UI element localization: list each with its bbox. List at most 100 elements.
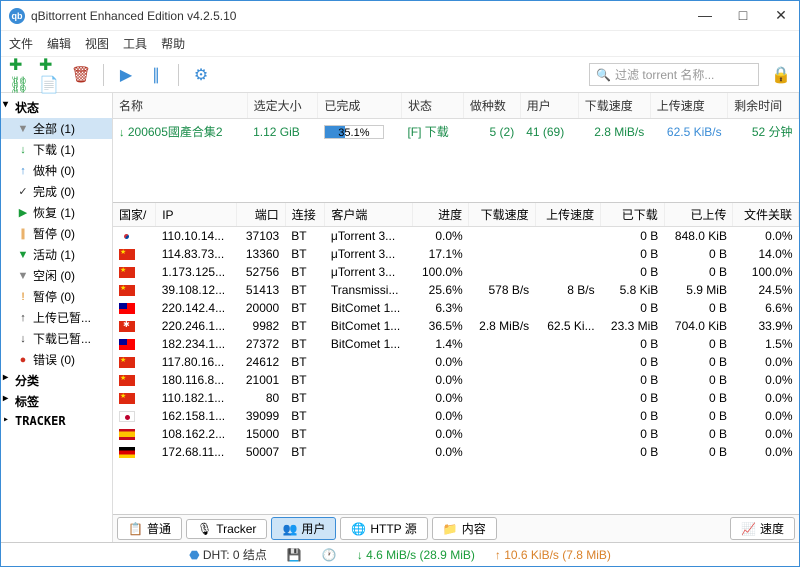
peer-row[interactable]: 108.162.2... 15000 BT 0.0% 0 B 0 B 0.0%	[113, 425, 799, 443]
menu-file[interactable]: 文件	[9, 35, 33, 52]
delete-button[interactable]: 🗑	[69, 63, 93, 87]
sidebar-group-category[interactable]: 分类	[1, 370, 112, 391]
sidebar-item[interactable]: ∥暂停 (0)	[1, 223, 112, 244]
peer-ip: 220.246.1...	[156, 317, 237, 335]
tab-general[interactable]: 📋普通	[117, 517, 182, 540]
th-status[interactable]: 状态	[401, 93, 463, 119]
peer-progress: 0.0%	[412, 371, 469, 389]
torrent-seeds: 5 (2)	[463, 119, 520, 145]
sidebar-item[interactable]: ↑做种 (0)	[1, 160, 112, 181]
peer-flag	[113, 317, 156, 335]
peer-flag	[113, 245, 156, 263]
menu-tools[interactable]: 工具	[123, 35, 147, 52]
sidebar-item[interactable]: ↑上传已暂...	[1, 307, 112, 328]
sidebar-item-label: 空闲 (0)	[33, 267, 75, 284]
th-seeds[interactable]: 做种数	[463, 93, 520, 119]
peer-row[interactable]: 220.246.1... 9982 BT BitComet 1... 36.5%…	[113, 317, 799, 335]
peer-relevance: 100.0%	[733, 263, 799, 281]
tab-speed[interactable]: 📈速度	[730, 517, 795, 540]
th-eta[interactable]: 剩余时间	[728, 93, 799, 119]
th-progress[interactable]: 进度	[412, 203, 469, 227]
sidebar-item-label: 上传已暂...	[33, 309, 91, 326]
peer-progress: 0.0%	[412, 227, 469, 246]
status-upload[interactable]: ↑ 10.6 KiB/s (7.8 MiB)	[495, 548, 611, 562]
peer-row[interactable]: 172.68.11... 50007 BT 0.0% 0 B 0 B 0.0%	[113, 443, 799, 461]
peer-port: 27372	[237, 335, 286, 353]
th-uploaded[interactable]: 已上传	[664, 203, 733, 227]
menu-help[interactable]: 帮助	[161, 35, 185, 52]
peer-ulspeed	[535, 407, 600, 425]
sidebar-group-tracker[interactable]: TRACKER	[1, 412, 112, 430]
menu-view[interactable]: 视图	[85, 35, 109, 52]
status-dht[interactable]: ⬣ DHT: 0 结点	[189, 546, 267, 563]
sidebar-item[interactable]: ●错误 (0)	[1, 349, 112, 370]
maximize-button[interactable]: □	[733, 7, 753, 24]
status-dl-text: 4.6 MiB/s (28.9 MiB)	[366, 548, 475, 562]
sidebar-item[interactable]: ▶恢复 (1)	[1, 202, 112, 223]
peer-row[interactable]: 182.234.1... 27372 BT BitComet 1... 1.4%…	[113, 335, 799, 353]
tab-tracker[interactable]: 🎙Tracker	[186, 519, 267, 539]
minimize-button[interactable]: —	[695, 7, 715, 24]
status-download[interactable]: ↓ 4.6 MiB/s (28.9 MiB)	[357, 548, 475, 562]
sidebar-item[interactable]: ↓下载已暂...	[1, 328, 112, 349]
peer-ulspeed	[535, 263, 600, 281]
peer-row[interactable]: 39.108.12... 51413 BT Transmissi... 25.6…	[113, 281, 799, 299]
tab-content[interactable]: 📁内容	[432, 517, 497, 540]
sidebar-group-status[interactable]: 状态	[1, 97, 112, 118]
lock-icon[interactable]: 🔒	[771, 65, 791, 85]
peer-client: BitComet 1...	[325, 335, 412, 353]
th-client[interactable]: 客户端	[325, 203, 412, 227]
torrent-row[interactable]: ↓ 200605國產合集2 1.12 GiB 35.1% [F] 下载 5 (2…	[113, 119, 799, 145]
peer-dlspeed: 578 B/s	[469, 281, 536, 299]
peer-row[interactable]: 220.142.4... 20000 BT BitComet 1... 6.3%…	[113, 299, 799, 317]
th-done[interactable]: 已完成	[318, 93, 402, 119]
add-link-button[interactable]: ✚⛓	[9, 63, 33, 87]
sidebar-item[interactable]: ✓完成 (0)	[1, 181, 112, 202]
tab-http[interactable]: 🌐HTTP 源	[340, 517, 427, 540]
sidebar-item[interactable]: ↓下载 (1)	[1, 139, 112, 160]
flag-icon	[119, 321, 135, 332]
peer-flag	[113, 443, 156, 461]
th-peers[interactable]: 用户	[520, 93, 578, 119]
torrent-size: 1.12 GiB	[247, 119, 318, 145]
th-downloaded[interactable]: 已下载	[601, 203, 665, 227]
sidebar-item[interactable]: ▼全部 (1)	[1, 118, 112, 139]
statusbar: ⬣ DHT: 0 结点 💾 🕐 ↓ 4.6 MiB/s (28.9 MiB) ↑…	[1, 542, 799, 566]
th-ulspeed[interactable]: 上传速度	[650, 93, 727, 119]
close-button[interactable]: ✕	[771, 7, 791, 24]
th-conn[interactable]: 连接	[285, 203, 325, 227]
peer-uploaded: 704.0 KiB	[664, 317, 733, 335]
peer-relevance: 33.9%	[733, 317, 799, 335]
th-ip[interactable]: IP	[156, 203, 237, 227]
filter-input[interactable]: 🔍 过滤 torrent 名称...	[589, 63, 759, 86]
peer-row[interactable]: 162.158.1... 39099 BT 0.0% 0 B 0 B 0.0%	[113, 407, 799, 425]
peer-row[interactable]: 117.80.16... 24612 BT 0.0% 0 B 0 B 0.0%	[113, 353, 799, 371]
resume-button[interactable]: ▶	[114, 63, 138, 87]
peer-client: BitComet 1...	[325, 299, 412, 317]
sidebar-item[interactable]: !暂停 (0)	[1, 286, 112, 307]
th-dlspeed[interactable]: 下载速度	[578, 93, 650, 119]
menu-edit[interactable]: 编辑	[47, 35, 71, 52]
peer-relevance: 1.5%	[733, 335, 799, 353]
th-name[interactable]: 名称	[113, 93, 247, 119]
tab-peers[interactable]: 👥用户	[271, 517, 336, 540]
peer-row[interactable]: 110.10.14... 37103 BT μTorrent 3... 0.0%…	[113, 227, 799, 246]
peer-row[interactable]: 110.182.1... 80 BT 0.0% 0 B 0 B 0.0%	[113, 389, 799, 407]
peer-row[interactable]: 1.173.125... 52756 BT μTorrent 3... 100.…	[113, 263, 799, 281]
peer-row[interactable]: 114.83.73... 13360 BT μTorrent 3... 17.1…	[113, 245, 799, 263]
sidebar-item[interactable]: ▼活动 (1)	[1, 244, 112, 265]
peer-progress: 36.5%	[412, 317, 469, 335]
th-size[interactable]: 选定大小	[247, 93, 318, 119]
peer-row[interactable]: 180.116.8... 21001 BT 0.0% 0 B 0 B 0.0%	[113, 371, 799, 389]
th-port[interactable]: 端口	[237, 203, 286, 227]
pause-button[interactable]: ∥	[144, 63, 168, 87]
torrent-peers: 41 (69)	[520, 119, 578, 145]
th-ulspeed[interactable]: 上传速度	[535, 203, 600, 227]
add-file-button[interactable]: ✚📄	[39, 63, 63, 87]
th-dlspeed[interactable]: 下载速度	[469, 203, 536, 227]
th-country[interactable]: 国家/	[113, 203, 156, 227]
settings-button[interactable]: ⚙	[189, 63, 213, 87]
th-relevance[interactable]: 文件关联	[733, 203, 799, 227]
sidebar-item[interactable]: ▼空闲 (0)	[1, 265, 112, 286]
sidebar-group-tags[interactable]: 标签	[1, 391, 112, 412]
